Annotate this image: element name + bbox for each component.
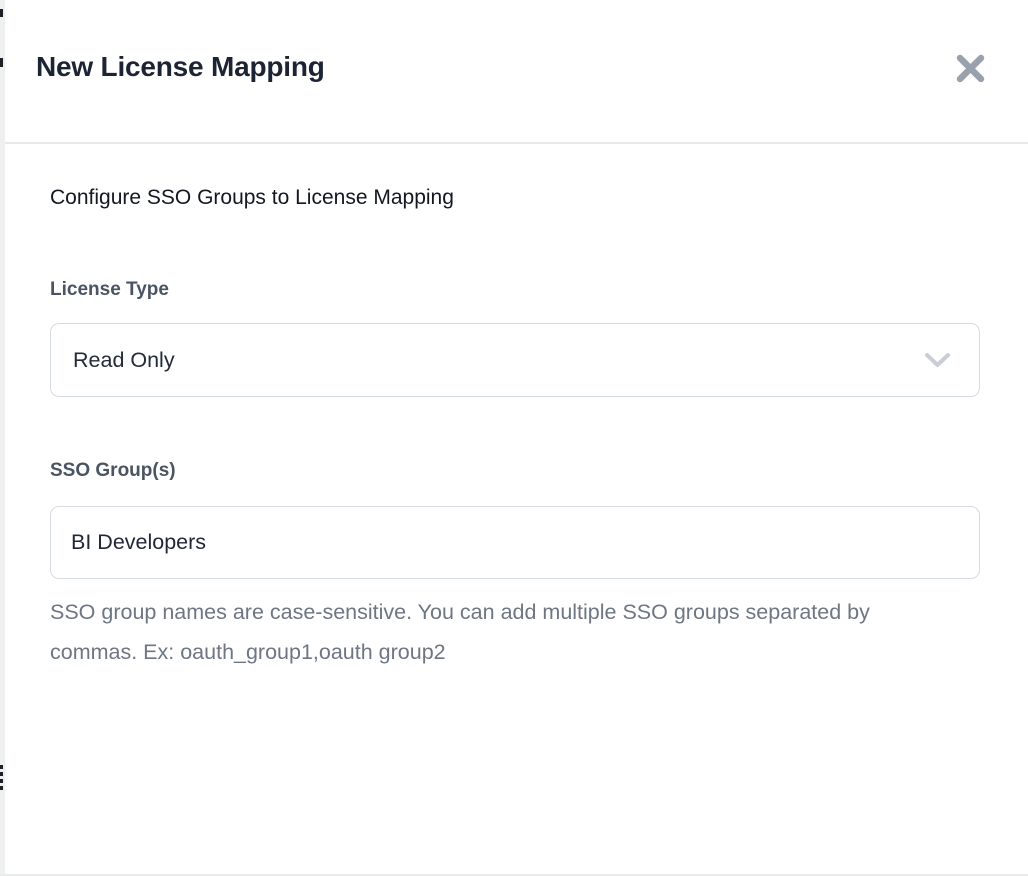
license-type-selected-value: Read Only xyxy=(73,348,175,373)
background-ui-fragment xyxy=(0,779,3,783)
modal-subtitle: Configure SSO Groups to License Mapping xyxy=(50,184,980,212)
modal-header: New License Mapping xyxy=(5,0,1028,144)
screen: New License Mapping Configure SSO Groups… xyxy=(0,0,1028,876)
sso-groups-input[interactable] xyxy=(50,506,980,579)
background-ui-fragment xyxy=(0,772,3,776)
license-type-select[interactable]: Read Only xyxy=(50,323,980,397)
modal-body: Configure SSO Groups to License Mapping … xyxy=(5,144,1028,672)
background-ui-fragment xyxy=(0,9,3,17)
new-license-mapping-modal: New License Mapping Configure SSO Groups… xyxy=(5,0,1028,874)
background-ui-fragment xyxy=(0,786,3,790)
chevron-down-icon xyxy=(924,352,951,369)
sso-groups-label: SSO Group(s) xyxy=(50,459,980,483)
modal-title: New License Mapping xyxy=(36,50,325,84)
close-icon xyxy=(955,53,986,84)
close-button[interactable] xyxy=(952,50,988,86)
sso-groups-help-text: SSO group names are case-sensitive. You … xyxy=(50,592,895,672)
license-type-label: License Type xyxy=(50,278,980,302)
background-ui-fragment xyxy=(0,765,3,769)
background-ui-fragment xyxy=(0,58,3,67)
